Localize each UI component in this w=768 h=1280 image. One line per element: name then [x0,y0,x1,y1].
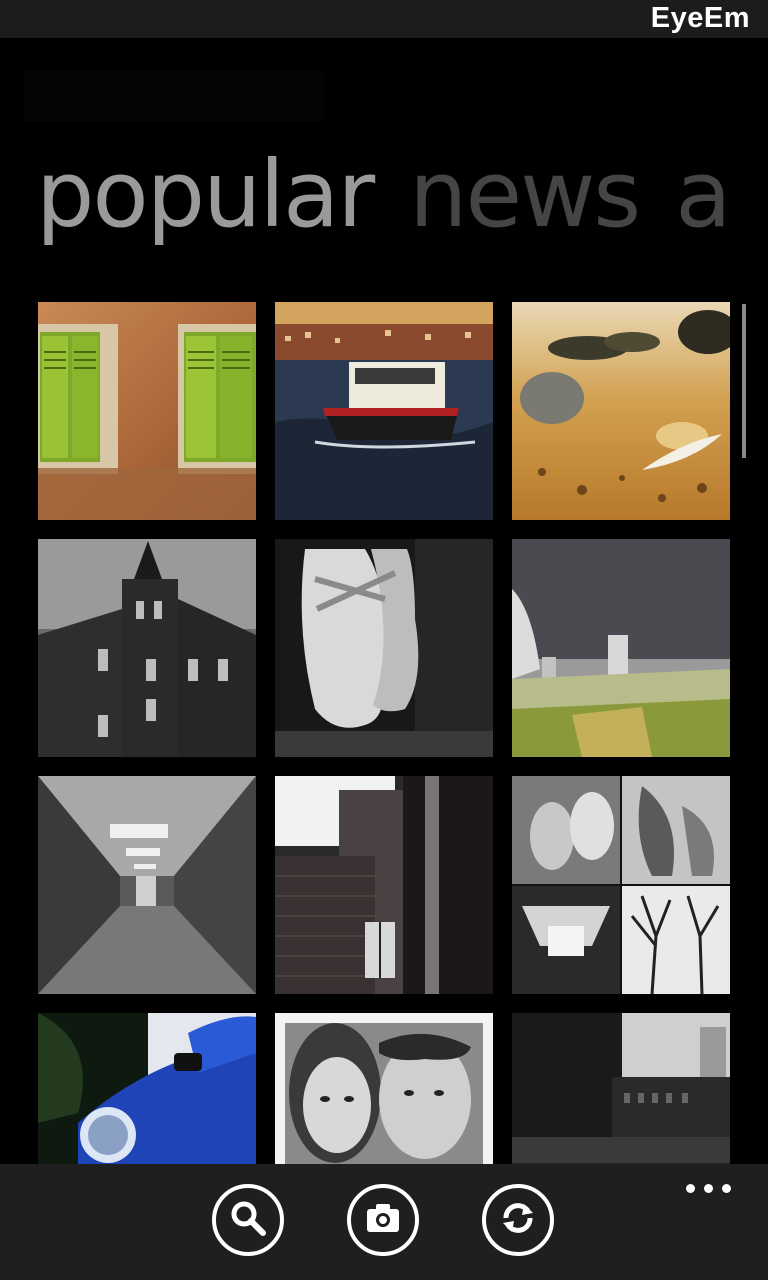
scroll-indicator[interactable] [742,304,746,458]
app-title: EyeEm [650,2,750,34]
pivot-item-next[interactable]: a [675,141,731,248]
status-bar: EyeEm [0,0,768,38]
search-button[interactable] [212,1184,284,1256]
photo-green-shutters[interactable] [38,302,256,520]
photo-sand-feather[interactable] [512,302,730,520]
refresh-icon [498,1198,538,1242]
photo-blue-car[interactable] [38,1013,256,1166]
photo-inverted-landscape[interactable] [512,539,730,757]
photo-collage[interactable] [512,776,730,994]
photo-corridor[interactable] [38,776,256,994]
pivot-header: popular news a [36,140,766,250]
pivot-item-news[interactable]: news [409,141,641,248]
pivot-item-popular[interactable]: popular [36,141,375,248]
photo-industrial[interactable] [512,1013,730,1166]
photo-dark-house[interactable] [38,539,256,757]
camera-button[interactable] [347,1184,419,1256]
photo-brick-building[interactable] [275,776,493,994]
camera-icon [363,1198,403,1242]
refresh-button[interactable] [482,1184,554,1256]
photo-ballet-shoes[interactable] [275,539,493,757]
photo-grid [38,302,738,1166]
app-bar [0,1164,768,1280]
search-icon [228,1198,268,1242]
photo-ferry-boat[interactable] [275,302,493,520]
header-band [24,70,324,122]
more-dots-icon[interactable] [686,1182,732,1194]
photo-couple-portrait[interactable] [275,1013,493,1166]
